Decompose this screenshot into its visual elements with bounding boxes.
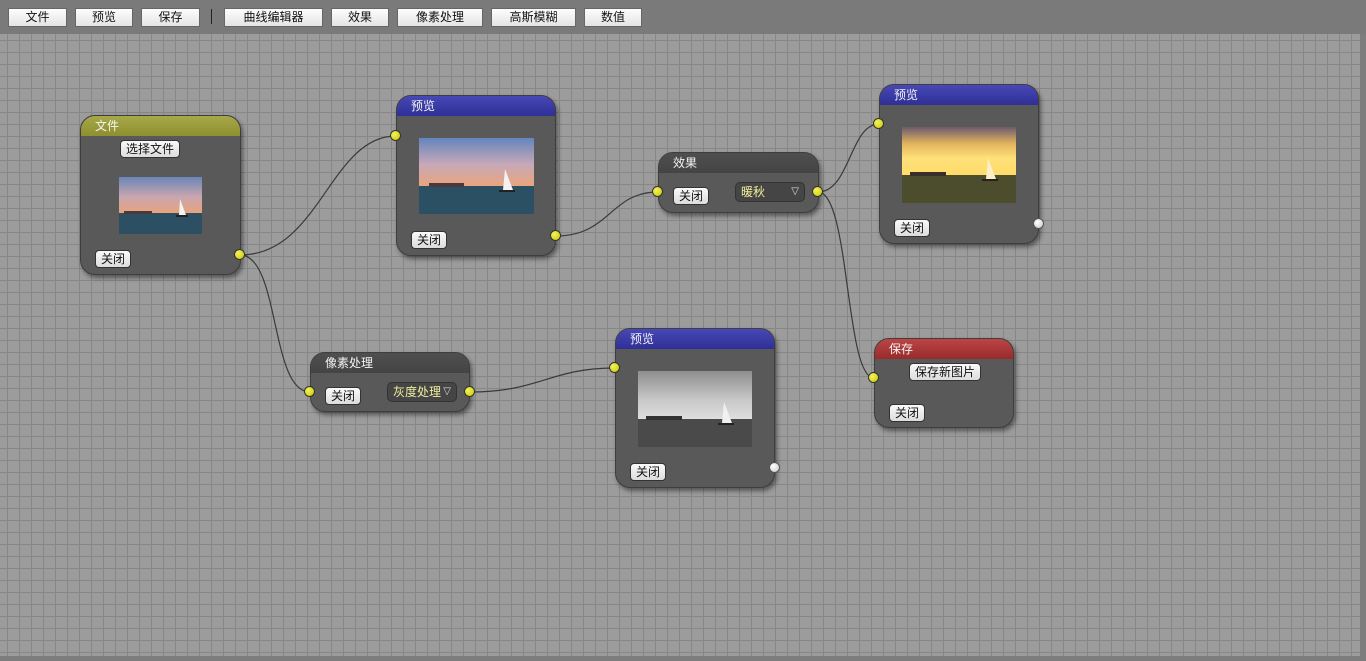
preview-gray-close-button[interactable]: 关闭 xyxy=(630,463,666,481)
preview-original-node[interactable]: 预览 关闭 xyxy=(396,95,556,256)
pixel-process-title: 像素处理 xyxy=(311,353,469,373)
preview-warm-close-button[interactable]: 关闭 xyxy=(894,219,930,237)
toolbar-pixel-process-button[interactable]: 像素处理 xyxy=(397,8,483,27)
save-close-button[interactable]: 关闭 xyxy=(889,404,925,422)
toolbar-value-button[interactable]: 数值 xyxy=(584,8,642,27)
preview-warm-image xyxy=(902,127,1016,203)
effect-select[interactable]: 暖秋 ▽ xyxy=(735,182,805,202)
preview-original-close-button[interactable]: 关闭 xyxy=(411,231,447,249)
toolbar-curve-editor-button[interactable]: 曲线编辑器 xyxy=(224,8,323,27)
save-new-image-button[interactable]: 保存新图片 xyxy=(909,363,981,381)
dropdown-arrow-icon: ▽ xyxy=(791,186,799,197)
file-node[interactable]: 文件 选择文件 关闭 xyxy=(80,115,241,275)
file-output-port[interactable] xyxy=(234,249,245,260)
effect-output-port[interactable] xyxy=(812,186,823,197)
toolbar-preview-button[interactable]: 预览 xyxy=(75,8,133,27)
preview-gray-node[interactable]: 预览 关闭 xyxy=(615,328,775,488)
pixel-input-port[interactable] xyxy=(304,386,315,397)
pixel-process-node[interactable]: 像素处理 关闭 灰度处理 ▽ xyxy=(310,352,470,412)
save-node[interactable]: 保存 保存新图片 关闭 xyxy=(874,338,1014,428)
select-file-button[interactable]: 选择文件 xyxy=(120,140,180,158)
preview-original-title: 预览 xyxy=(397,96,555,116)
pixel-selected-value: 灰度处理 xyxy=(393,385,442,399)
effect-selected-value: 暖秋 xyxy=(741,185,766,199)
preview-gray-output-port[interactable] xyxy=(769,462,780,473)
save-node-title: 保存 xyxy=(875,339,1013,359)
file-close-button[interactable]: 关闭 xyxy=(95,250,131,268)
pixel-close-button[interactable]: 关闭 xyxy=(325,387,361,405)
preview-gray-title: 预览 xyxy=(616,329,774,349)
preview-warm-input-port[interactable] xyxy=(873,118,884,129)
preview-original-image xyxy=(419,138,534,214)
file-thumbnail xyxy=(119,177,202,234)
preview-warm-node[interactable]: 预览 关闭 xyxy=(879,84,1039,244)
effect-close-button[interactable]: 关闭 xyxy=(673,187,709,205)
dropdown-arrow-icon: ▽ xyxy=(443,386,451,397)
pixel-process-select[interactable]: 灰度处理 ▽ xyxy=(387,382,457,402)
effect-input-port[interactable] xyxy=(652,186,663,197)
toolbar-gaussian-blur-button[interactable]: 高斯模糊 xyxy=(491,8,576,27)
preview-warm-title: 预览 xyxy=(880,85,1038,105)
toolbar-save-button[interactable]: 保存 xyxy=(141,8,200,27)
pixel-output-port[interactable] xyxy=(464,386,475,397)
preview-warm-output-port[interactable] xyxy=(1033,218,1044,229)
preview-original-input-port[interactable] xyxy=(390,130,401,141)
file-node-title: 文件 xyxy=(81,116,240,136)
preview-gray-input-port[interactable] xyxy=(609,362,620,373)
toolbar-effect-button[interactable]: 效果 xyxy=(331,8,389,27)
toolbar-separator xyxy=(211,9,212,24)
toolbar: 文件 预览 保存 曲线编辑器 效果 像素处理 高斯模糊 数值 xyxy=(0,0,1366,34)
preview-gray-image xyxy=(638,371,752,447)
effect-node-title: 效果 xyxy=(659,153,818,173)
toolbar-file-button[interactable]: 文件 xyxy=(8,8,67,27)
effect-node[interactable]: 效果 关闭 暖秋 ▽ xyxy=(658,152,819,213)
preview-original-output-port[interactable] xyxy=(550,230,561,241)
save-input-port[interactable] xyxy=(868,372,879,383)
